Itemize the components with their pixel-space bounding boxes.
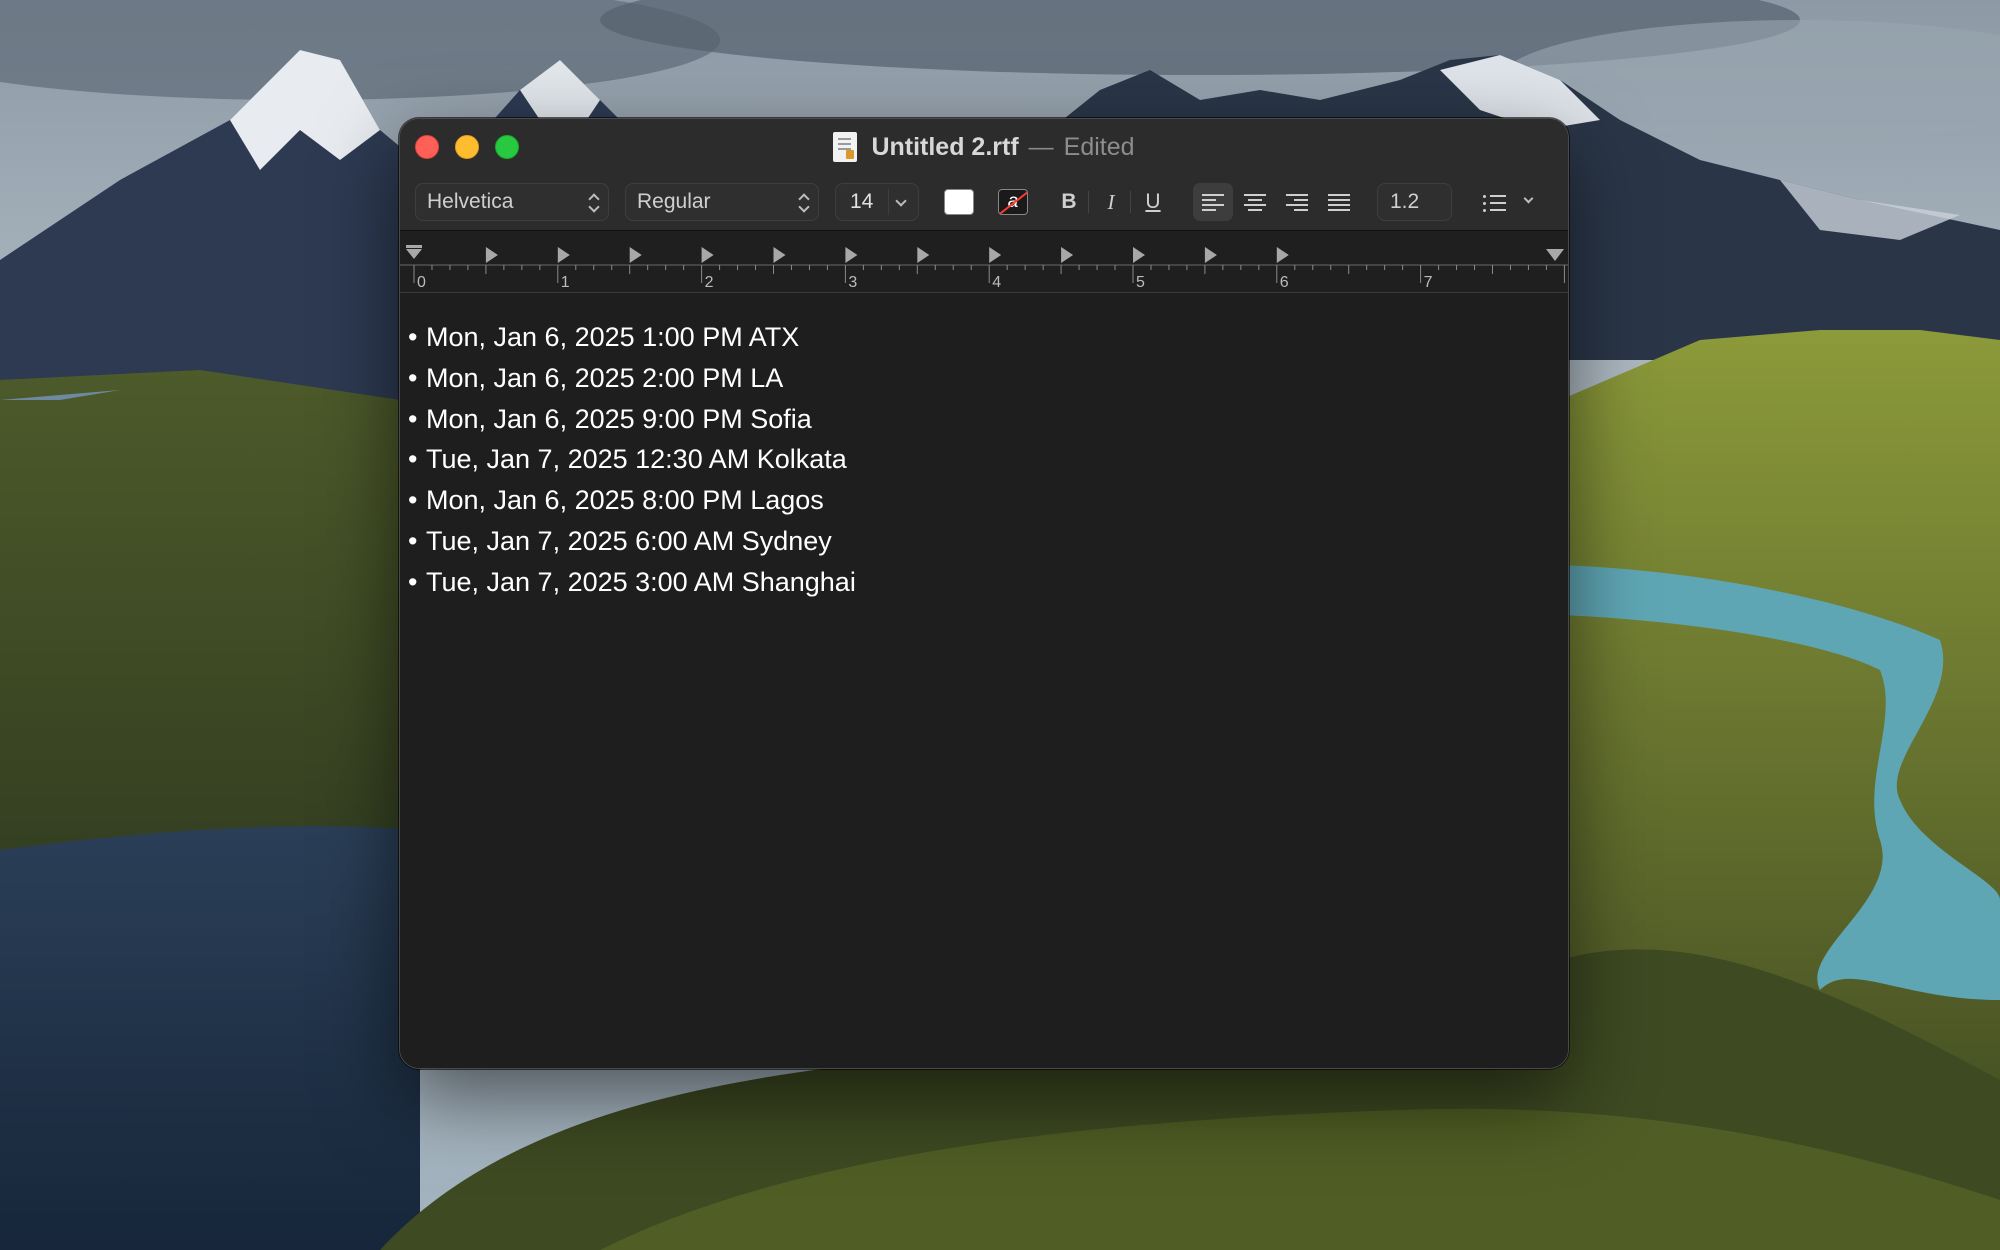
line-spacing-popup[interactable]: 1.2	[1377, 183, 1452, 221]
ruler-label: 8	[1567, 274, 1569, 291]
list-bullet: •	[408, 322, 418, 352]
tab-stop-marker[interactable]	[1061, 247, 1074, 263]
font-style-value: Regular	[637, 190, 711, 213]
font-family-value: Helvetica	[427, 190, 514, 213]
ruler-label: 1	[561, 274, 570, 291]
align-right-icon	[1286, 194, 1308, 211]
chevron-down-icon[interactable]	[888, 189, 910, 215]
list-bullet: •	[408, 485, 418, 516]
divider	[1130, 191, 1131, 213]
text-color-well[interactable]	[944, 189, 974, 215]
list-item[interactable]: • Mon, Jan 6, 2025 9:00 PM Sofia	[408, 399, 1568, 440]
document-name[interactable]: Untitled 2.rtf	[871, 133, 1018, 162]
list-bullet: •	[408, 525, 418, 556]
document-text-area[interactable]: • Mon, Jan 6, 2025 1:00 PM ATX • Mon, Jan 6…	[400, 295, 1568, 1068]
tab-stop-marker[interactable]	[485, 247, 498, 263]
align-justify-icon	[1328, 194, 1350, 211]
chevron-down-icon	[1523, 193, 1534, 204]
title-separator: —	[1028, 132, 1054, 161]
bulleted-list-icon	[1483, 195, 1507, 212]
ruler[interactable]: 0 1 2 3 4 5 6 7 8	[400, 231, 1568, 293]
textedit-window: Untitled 2.rtf — Edited Helvetica Regula…	[399, 118, 1569, 1069]
background-color-well[interactable]: a	[998, 189, 1028, 215]
ruler-label: 4	[992, 274, 1001, 291]
bold-button[interactable]: B	[1052, 183, 1086, 221]
title-bar[interactable]: Untitled 2.rtf — Edited Helvetica Regula…	[400, 119, 1568, 231]
list-item[interactable]: • Mon, Jan 6, 2025 8:00 PM Lagos	[408, 480, 1568, 521]
tab-stop-marker[interactable]	[557, 247, 570, 263]
updown-chevron-icon	[589, 193, 599, 213]
ruler-label: 7	[1424, 274, 1433, 291]
list-item[interactable]: • Tue, Jan 7, 2025 6:00 AM Sydney	[408, 521, 1568, 562]
align-left-button[interactable]	[1193, 183, 1233, 221]
ruler-label: 5	[1136, 274, 1145, 291]
first-line-indent-marker[interactable]	[406, 245, 422, 248]
ruler-label: 3	[848, 274, 857, 291]
right-margin-marker[interactable]	[1546, 249, 1564, 261]
list-item[interactable]: • Mon, Jan 6, 2025 2:00 PM LA	[408, 358, 1568, 399]
font-size-combo[interactable]: 14	[835, 183, 919, 221]
tab-stop-marker[interactable]	[773, 247, 786, 263]
left-indent-marker[interactable]	[406, 249, 422, 259]
align-right-button[interactable]	[1277, 183, 1317, 221]
tab-stop-marker[interactable]	[1133, 247, 1145, 263]
tab-stop-marker[interactable]	[1204, 247, 1217, 263]
list-item[interactable]: • Tue, Jan 7, 2025 12:30 AM Kolkata	[408, 439, 1568, 480]
ruler-label: 2	[705, 274, 714, 291]
document-status: Edited	[1063, 132, 1135, 161]
tab-stop-marker[interactable]	[1276, 247, 1289, 263]
list-bullet: •	[408, 444, 418, 475]
tab-stop-marker[interactable]	[845, 247, 858, 263]
window-title: Untitled 2.rtf — Edited	[400, 127, 1568, 167]
align-center-icon	[1244, 194, 1266, 211]
font-family-popup[interactable]: Helvetica	[415, 183, 609, 221]
list-item[interactable]: • Mon, Jan 6, 2025 1:00 PM ATX	[408, 317, 1568, 358]
updown-chevron-icon	[799, 193, 809, 213]
list-item-text: Mon, Jan 6, 2025 2:00 PM LA	[426, 362, 784, 393]
rtf-document-icon[interactable]	[833, 132, 858, 162]
format-toolbar: Helvetica Regular 14 a B I U 1.2	[400, 183, 1568, 223]
list-bullet: •	[408, 566, 418, 597]
italic-button[interactable]: I	[1094, 183, 1128, 221]
list-item-text: Tue, Jan 7, 2025 3:00 AM Shanghai	[426, 566, 856, 597]
background-color-label: a	[1007, 191, 1019, 212]
bulleted-list[interactable]: • Mon, Jan 6, 2025 1:00 PM ATX • Mon, Jan 6…	[400, 295, 1568, 603]
tab-stop-marker[interactable]	[989, 247, 1002, 263]
updown-chevron-icon	[1432, 193, 1442, 213]
ruler-label: 6	[1280, 274, 1289, 291]
tab-stop-marker[interactable]	[917, 247, 930, 263]
align-left-icon	[1202, 194, 1224, 211]
ruler-label: 0	[417, 274, 426, 291]
align-center-button[interactable]	[1235, 183, 1275, 221]
tab-stop-marker[interactable]	[629, 247, 642, 263]
list-item-text: Mon, Jan 6, 2025 1:00 PM ATX	[426, 322, 800, 352]
list-item[interactable]: • Tue, Jan 7, 2025 3:00 AM Shanghai	[408, 562, 1568, 603]
list-item-text: Mon, Jan 6, 2025 8:00 PM Lagos	[426, 485, 824, 516]
list-style-button[interactable]	[1477, 183, 1547, 221]
ruler-scale[interactable]: 0 1 2 3 4 5 6 7 8	[400, 231, 1569, 293]
line-spacing-value: 1.2	[1390, 190, 1420, 213]
underline-button[interactable]: U	[1136, 183, 1170, 221]
divider	[1088, 191, 1089, 213]
list-bullet: •	[408, 403, 418, 434]
list-item-text: Tue, Jan 7, 2025 12:30 AM Kolkata	[426, 444, 847, 475]
list-bullet: •	[408, 362, 418, 393]
font-style-popup[interactable]: Regular	[625, 183, 819, 221]
tab-stop-marker[interactable]	[701, 247, 714, 263]
list-item-text: Tue, Jan 7, 2025 6:00 AM Sydney	[426, 525, 832, 556]
font-size-value: 14	[850, 190, 874, 213]
align-justify-button[interactable]	[1319, 183, 1359, 221]
list-item-text: Mon, Jan 6, 2025 9:00 PM Sofia	[426, 403, 812, 434]
